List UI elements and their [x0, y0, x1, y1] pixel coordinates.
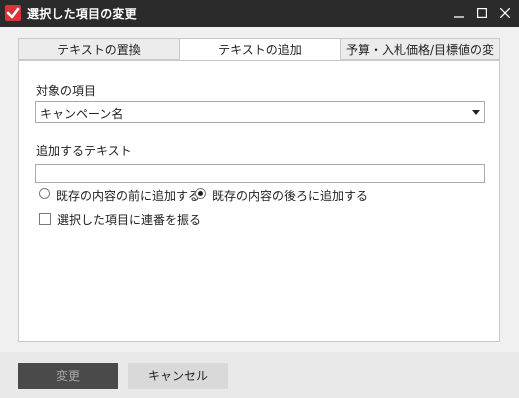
radio-selected-icon[interactable]	[195, 188, 206, 199]
cancel-button[interactable]: キャンセル	[128, 363, 228, 389]
tab-add-text[interactable]: テキストの追加	[179, 38, 341, 62]
tab-panel: 対象の項目 キャンペーン名 追加するテキスト 既存の内容の前に追加する 既存の内…	[18, 60, 500, 342]
close-icon	[500, 8, 510, 18]
target-item-label: 対象の項目	[36, 84, 97, 98]
add-text-label: 追加するテキスト	[36, 144, 132, 158]
tab-bar: テキストの置換 テキストの追加 予算・入札価格/目標値の変更	[18, 38, 500, 79]
dropdown-arrow-icon[interactable]	[468, 102, 484, 122]
close-button[interactable]	[492, 0, 518, 27]
maximize-icon	[477, 8, 487, 18]
sequence-number-checkbox[interactable]	[39, 213, 51, 225]
dialog-window: 選択した項目の変更 テキストの置換 テキストの追加 予算・入札価格/目標値の変更…	[0, 0, 519, 398]
radio-unselected-icon[interactable]	[39, 188, 50, 199]
add-text-input[interactable]	[35, 164, 485, 183]
target-item-select[interactable]: キャンペーン名	[35, 101, 485, 123]
target-item-value: キャンペーン名	[40, 107, 124, 121]
radio-add-before-label: 既存の内容の前に追加する	[56, 189, 201, 203]
tab-replace-text[interactable]: テキストの置換	[18, 38, 180, 60]
radio-dot-icon	[198, 191, 203, 196]
sequence-number-checkbox-label: 選択した項目に連番を振る	[57, 213, 202, 227]
change-button[interactable]: 変更	[18, 363, 118, 389]
radio-add-after-label: 既存の内容の後ろに追加する	[212, 189, 369, 203]
dialog-footer: 変更 キャンセル	[0, 352, 519, 398]
minimize-icon	[454, 16, 464, 18]
title-bar[interactable]: 選択した項目の変更	[0, 0, 519, 27]
app-check-icon	[5, 5, 21, 21]
window-title: 選択した項目の変更	[27, 7, 137, 21]
tab-budget-bid-change[interactable]: 予算・入札価格/目標値の変更	[340, 38, 500, 79]
